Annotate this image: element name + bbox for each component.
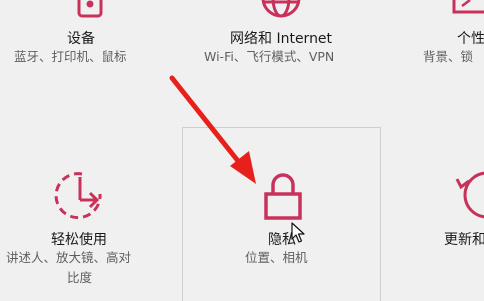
annotation-arrow — [169, 75, 256, 184]
settings-window: 设备 蓝牙、打印机、鼠标 网络和 Internet Wi-Fi、飞行模式、VPN… — [0, 0, 484, 301]
mouse-cursor — [291, 222, 305, 243]
